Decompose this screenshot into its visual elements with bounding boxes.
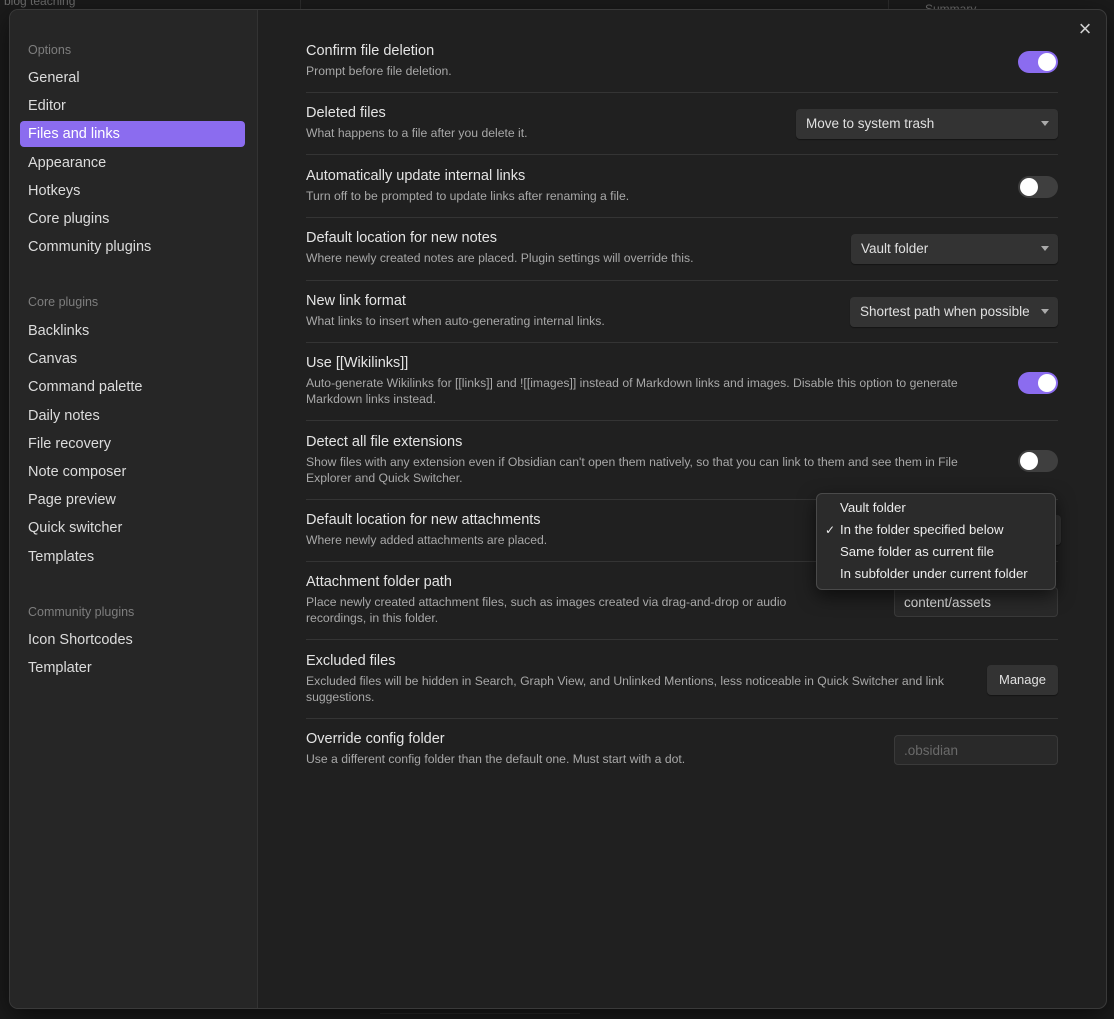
menu-option-folder-specified-below[interactable]: ✓ In the folder specified below (817, 519, 1055, 541)
chevron-down-icon (1041, 121, 1049, 126)
menu-option-same-folder[interactable]: Same folder as current file (817, 541, 1055, 563)
setting-auto-update-links: Automatically update internal links Turn… (306, 168, 1058, 204)
dropdown-value: Vault folder (861, 241, 929, 256)
setting-override-config: Override config folder Use a different c… (306, 731, 826, 767)
chevron-down-icon (1041, 309, 1049, 314)
menu-option-label: Same folder as current file (840, 544, 994, 559)
detect-extensions-toggle[interactable] (1018, 450, 1058, 472)
sidebar-item-templates[interactable]: Templates (20, 544, 245, 570)
menu-option-label: In the folder specified below (840, 522, 1004, 537)
setting-title: Default location for new attachments (306, 512, 541, 528)
checkmark-icon: ✓ (825, 523, 836, 537)
setting-description: Turn off to be prompted to update links … (306, 189, 630, 203)
sidebar-heading-options: Options (28, 43, 72, 57)
menu-option-vault-folder[interactable]: Vault folder (817, 497, 1055, 519)
sidebar-item-note-composer[interactable]: Note composer (20, 459, 245, 485)
attachment-location-menu: Vault folder ✓ In the folder specified b… (816, 493, 1056, 590)
setting-description: Auto-generate Wikilinks for [[links]] an… (306, 376, 958, 406)
settings-modal: Options General Editor Files and links A… (9, 9, 1107, 1009)
setting-title: Attachment folder path (306, 574, 452, 590)
setting-title: Automatically update internal links (306, 168, 526, 184)
new-link-format-dropdown[interactable]: Shortest path when possible (850, 297, 1058, 327)
sidebar-item-file-recovery[interactable]: File recovery (20, 431, 245, 457)
confirm-deletion-toggle[interactable] (1018, 51, 1058, 73)
sidebar-item-community-plugins[interactable]: Community plugins (20, 234, 245, 260)
setting-description: Show files with any extension even if Ob… (306, 455, 958, 485)
setting-title: Excluded files (306, 653, 396, 669)
menu-option-label: In subfolder under current folder (840, 566, 1028, 581)
dropdown-value: Move to system trash (806, 116, 935, 131)
sidebar-item-appearance[interactable]: Appearance (20, 150, 245, 176)
auto-update-links-toggle[interactable] (1018, 176, 1058, 198)
sidebar-heading-community-plugins: Community plugins (28, 605, 135, 619)
sidebar-item-templater[interactable]: Templater (20, 655, 245, 681)
settings-sidebar: Options General Editor Files and links A… (10, 10, 258, 1008)
background-vault-label: blog teaching (4, 0, 76, 8)
sidebar-item-page-preview[interactable]: Page preview (20, 487, 245, 513)
sidebar-item-canvas[interactable]: Canvas (20, 346, 245, 372)
setting-title: Detect all file extensions (306, 434, 463, 450)
setting-excluded-files: Excluded files Excluded files will be hi… (306, 653, 986, 705)
sidebar-item-editor[interactable]: Editor (20, 93, 245, 119)
config-folder-input[interactable] (894, 735, 1058, 765)
sidebar-item-daily-notes[interactable]: Daily notes (20, 403, 245, 429)
sidebar-item-hotkeys[interactable]: Hotkeys (20, 178, 245, 204)
sidebar-item-files-and-links[interactable]: Files and links (20, 121, 245, 147)
chevron-down-icon (1041, 246, 1049, 251)
setting-detect-extensions: Detect all file extensions Show files wi… (306, 434, 1006, 486)
setting-default-location-attachments: Default location for new attachments Whe… (306, 512, 806, 548)
manage-button[interactable]: Manage (987, 665, 1058, 695)
sidebar-item-general[interactable]: General (20, 65, 245, 91)
menu-option-label: Vault folder (840, 500, 906, 515)
default-location-notes-dropdown[interactable]: Vault folder (851, 234, 1058, 264)
setting-title: Confirm file deletion (306, 43, 435, 59)
sidebar-item-command-palette[interactable]: Command palette (20, 374, 245, 400)
setting-description: Prompt before file deletion. (306, 64, 452, 78)
setting-title: Use [[Wikilinks]] (306, 355, 409, 371)
setting-wikilinks: Use [[Wikilinks]] Auto-generate Wikilink… (306, 355, 1006, 407)
setting-attachment-folder: Attachment folder path Place newly creat… (306, 574, 826, 626)
setting-description: Excluded files will be hidden in Search,… (306, 674, 944, 704)
sidebar-heading-core-plugins: Core plugins (28, 295, 99, 309)
setting-description: Where newly added attachments are placed… (306, 533, 548, 547)
wikilinks-toggle[interactable] (1018, 372, 1058, 394)
deleted-files-dropdown[interactable]: Move to system trash (796, 109, 1058, 139)
setting-confirm-deletion: Confirm file deletion Prompt before file… (306, 43, 1058, 79)
setting-description: Place newly created attachment files, su… (306, 595, 787, 625)
sidebar-item-backlinks[interactable]: Backlinks (20, 318, 245, 344)
sidebar-item-icon-shortcodes[interactable]: Icon Shortcodes (20, 627, 245, 653)
sidebar-item-quick-switcher[interactable]: Quick switcher (20, 515, 245, 541)
menu-option-subfolder[interactable]: In subfolder under current folder (817, 563, 1055, 585)
setting-title: Override config folder (306, 731, 445, 747)
sidebar-item-core-plugins[interactable]: Core plugins (20, 206, 245, 232)
dropdown-value: Shortest path when possible (860, 304, 1030, 319)
attachment-folder-input[interactable] (894, 587, 1058, 617)
setting-description: Use a different config folder than the d… (306, 752, 686, 766)
